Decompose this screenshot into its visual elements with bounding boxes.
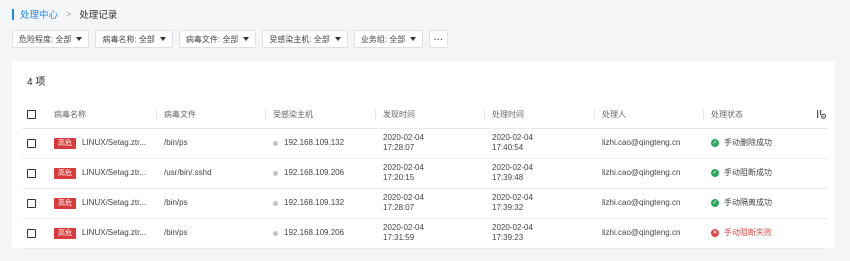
filter-virus-file-dropdown[interactable]: 病毒文件: 全部 xyxy=(178,30,257,48)
check-circle-icon: ✓ xyxy=(711,139,719,147)
found-date: 2020-02-04 xyxy=(383,163,424,172)
more-filters-button[interactable]: ··· xyxy=(429,30,449,48)
column-header-status[interactable]: 处理状态 xyxy=(703,108,806,120)
severity-badge: 高危 xyxy=(54,137,76,149)
filter-label: 病毒名称: 全部 xyxy=(102,34,155,44)
table-row[interactable]: 高危 LINUX/Setag.ztr... /bin/ps 192.168.109… xyxy=(22,128,828,159)
filter-label: 危险程度: 全部 xyxy=(19,34,72,44)
filter-business-group-dropdown[interactable]: 业务组: 全部 xyxy=(353,30,424,48)
found-date: 2020-02-04 xyxy=(383,133,424,142)
handled-time: 17:39:23 xyxy=(492,233,524,242)
table-row[interactable]: 高危 LINUX/Setag.ztr... /bin/ps 192.168.109… xyxy=(22,188,828,219)
handler: lizhi.cao@qingteng.cn xyxy=(602,198,681,207)
host-status-dot xyxy=(273,140,278,146)
infected-host: 192.168.109.132 xyxy=(284,198,345,207)
table-header-row: 病毒名称 病毒文件 受感染主机 发现时间 处理时间 处理人 处理状态 xyxy=(22,101,828,129)
virus-name: LINUX/Setag.ztr... xyxy=(82,198,147,207)
column-settings-icon[interactable] xyxy=(806,109,828,120)
status-text: 手动删除成功 xyxy=(724,138,772,147)
caret-down-icon xyxy=(243,37,250,41)
filter-infected-host-dropdown[interactable]: 受感染主机: 全部 xyxy=(262,30,348,48)
breadcrumb-parent-link[interactable]: 处理中心 xyxy=(20,7,58,21)
filter-label: 病毒文件: 全部 xyxy=(185,34,239,44)
breadcrumb-accent-bar xyxy=(12,8,14,20)
column-header-file[interactable]: 病毒文件 xyxy=(156,108,265,120)
filter-label: 受感染主机: 全部 xyxy=(269,34,330,44)
caret-down-icon xyxy=(76,37,83,41)
breadcrumb-separator: > xyxy=(66,9,72,19)
check-circle-icon: ✓ xyxy=(711,169,719,177)
found-date: 2020-02-04 xyxy=(383,193,424,202)
record-count: 4 项 xyxy=(27,77,46,88)
row-checkbox[interactable] xyxy=(27,198,36,208)
column-header-host[interactable]: 受感染主机 xyxy=(265,108,375,120)
handled-time: 17:39:48 xyxy=(492,173,524,182)
status-text: 手动阻断成功 xyxy=(724,168,772,177)
handler: lizhi.cao@qingteng.cn xyxy=(602,168,681,177)
records-table: 病毒名称 病毒文件 受感染主机 发现时间 处理时间 处理人 处理状态 高危 LI… xyxy=(22,101,828,249)
handled-date: 2020-02-04 xyxy=(492,193,533,202)
found-time: 17:28:07 xyxy=(383,203,415,212)
status-text: 手动阻断失败 xyxy=(724,228,772,237)
column-header-found-time[interactable]: 发现时间 xyxy=(375,108,484,120)
handled-time: 17:39:32 xyxy=(492,203,524,212)
column-header-name[interactable]: 病毒名称 xyxy=(46,109,156,120)
caret-down-icon xyxy=(159,37,166,41)
severity-badge: 高危 xyxy=(54,227,76,239)
found-time: 17:31:59 xyxy=(383,233,415,242)
virus-name: LINUX/Setag.ztr... xyxy=(82,168,147,177)
virus-file: /bin/ps xyxy=(164,198,188,207)
filter-severity-dropdown[interactable]: 危险程度: 全部 xyxy=(12,30,90,48)
handled-date: 2020-02-04 xyxy=(492,133,533,142)
virus-name: LINUX/Setag.ztr... xyxy=(82,138,147,147)
table-row[interactable]: 高危 LINUX/Setag.ztr... /bin/ps 192.168.109… xyxy=(22,218,828,249)
row-checkbox[interactable] xyxy=(27,138,36,148)
status-text: 手动隔离成功 xyxy=(724,198,772,207)
records-card: 4 项 病毒名称 病毒文件 受感染主机 发现时间 处理时间 处理人 处理状态 高… xyxy=(12,61,835,249)
found-time: 17:20:15 xyxy=(383,173,415,182)
x-circle-icon: ✕ xyxy=(711,229,719,237)
found-date: 2020-02-04 xyxy=(383,223,424,232)
caret-down-icon xyxy=(334,37,341,41)
handler: lizhi.cao@qingteng.cn xyxy=(602,138,681,147)
host-status-dot xyxy=(273,230,278,236)
filter-bar: 危险程度: 全部 病毒名称: 全部 病毒文件: 全部 受感染主机: 全部 业务组… xyxy=(12,30,449,48)
virus-file: /bin/ps xyxy=(164,228,188,237)
column-header-handler[interactable]: 处理人 xyxy=(594,108,703,120)
virus-name: LINUX/Setag.ztr... xyxy=(82,228,147,237)
breadcrumb: 处理中心 > 处理记录 xyxy=(12,7,117,21)
handled-date: 2020-02-04 xyxy=(492,163,533,172)
caret-down-icon xyxy=(410,37,417,41)
filter-label: 业务组: 全部 xyxy=(360,34,406,44)
infected-host: 192.168.109.206 xyxy=(284,168,345,177)
filter-virus-name-dropdown[interactable]: 病毒名称: 全部 xyxy=(95,30,173,48)
host-status-dot xyxy=(273,200,278,206)
row-checkbox[interactable] xyxy=(27,228,36,238)
infected-host: 192.168.109.132 xyxy=(284,138,345,147)
found-time: 17:28:07 xyxy=(383,143,415,152)
handled-time: 17:40:54 xyxy=(492,143,524,152)
handler: lizhi.cao@qingteng.cn xyxy=(602,228,681,237)
virus-file: /bin/ps xyxy=(164,138,188,147)
virus-file: /usr/bin/.sshd xyxy=(164,168,212,177)
handled-date: 2020-02-04 xyxy=(492,223,533,232)
row-checkbox[interactable] xyxy=(27,168,36,178)
select-all-checkbox[interactable] xyxy=(27,109,36,119)
table-row[interactable]: 高危 LINUX/Setag.ztr... /usr/bin/.sshd 192.… xyxy=(22,158,828,189)
check-circle-icon: ✓ xyxy=(711,199,719,207)
infected-host: 192.168.109.206 xyxy=(284,228,345,237)
host-status-dot xyxy=(273,170,278,176)
column-header-handled-time[interactable]: 处理时间 xyxy=(484,108,594,120)
severity-badge: 高危 xyxy=(54,197,76,209)
breadcrumb-current: 处理记录 xyxy=(79,10,118,21)
severity-badge: 高危 xyxy=(54,167,76,179)
